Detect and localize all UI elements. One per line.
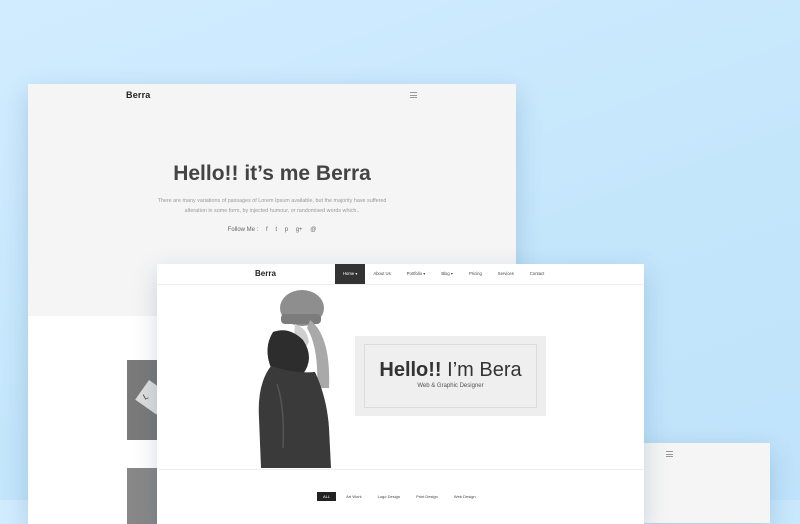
hero-card-inner: Hello!! I’m Bera Web & Graphic Designer xyxy=(364,344,537,408)
nav-item-pricing[interactable]: Pricing xyxy=(461,264,490,284)
portfolio-thumbnail[interactable] xyxy=(127,468,159,524)
hero-card: Hello!! I’m Bera Web & Graphic Designer xyxy=(355,336,546,416)
nav-item-home[interactable]: Home ▾ xyxy=(335,264,366,284)
follow-label: Follow Me : xyxy=(227,227,259,233)
hero-title: Hello!! it’s me Berra xyxy=(173,162,371,185)
follow-me: Follow Me : f t p g+ @ xyxy=(28,227,516,233)
dribbble-icon[interactable]: @ xyxy=(310,227,316,233)
hamburger-icon[interactable] xyxy=(410,92,417,100)
facebook-icon[interactable]: f xyxy=(266,227,268,233)
hero-person-image xyxy=(258,290,331,468)
hero-text: There are many variations of passages of… xyxy=(157,198,387,214)
hero-title: Hello!! I’m Bera xyxy=(365,359,536,382)
template-preview-right xyxy=(640,443,770,523)
template-preview-front: Berra Home ▾ About Us Portfolio ▾ Blog ▾… xyxy=(157,264,644,524)
twitter-icon[interactable]: t xyxy=(275,227,277,233)
nav-item-services[interactable]: Services xyxy=(490,264,522,284)
nav-menu: Home ▾ About Us Portfolio ▾ Blog ▾ Prici… xyxy=(335,264,552,284)
hero-subtitle: Web & Graphic Designer xyxy=(417,383,484,389)
google-plus-icon[interactable]: g+ xyxy=(296,227,303,233)
site-logo[interactable]: Berra xyxy=(126,90,151,100)
hamburger-icon[interactable] xyxy=(666,451,673,459)
section-divider xyxy=(157,469,644,470)
nav-item-portfolio[interactable]: Portfolio ▾ xyxy=(399,264,434,284)
nav-item-contact[interactable]: Contact xyxy=(522,264,552,284)
nav-item-blog[interactable]: Blog ▾ xyxy=(433,264,461,284)
site-logo[interactable]: Berra xyxy=(255,269,276,278)
pinterest-icon[interactable]: p xyxy=(285,227,288,233)
hero-title-rest: I’m Bera xyxy=(441,359,522,381)
main-navigation: Berra Home ▾ About Us Portfolio ▾ Blog ▾… xyxy=(157,264,644,285)
hero-title-bold: Hello!! xyxy=(379,359,442,381)
nav-item-about[interactable]: About Us xyxy=(365,264,398,284)
portfolio-thumbnail[interactable]: L xyxy=(127,360,171,440)
